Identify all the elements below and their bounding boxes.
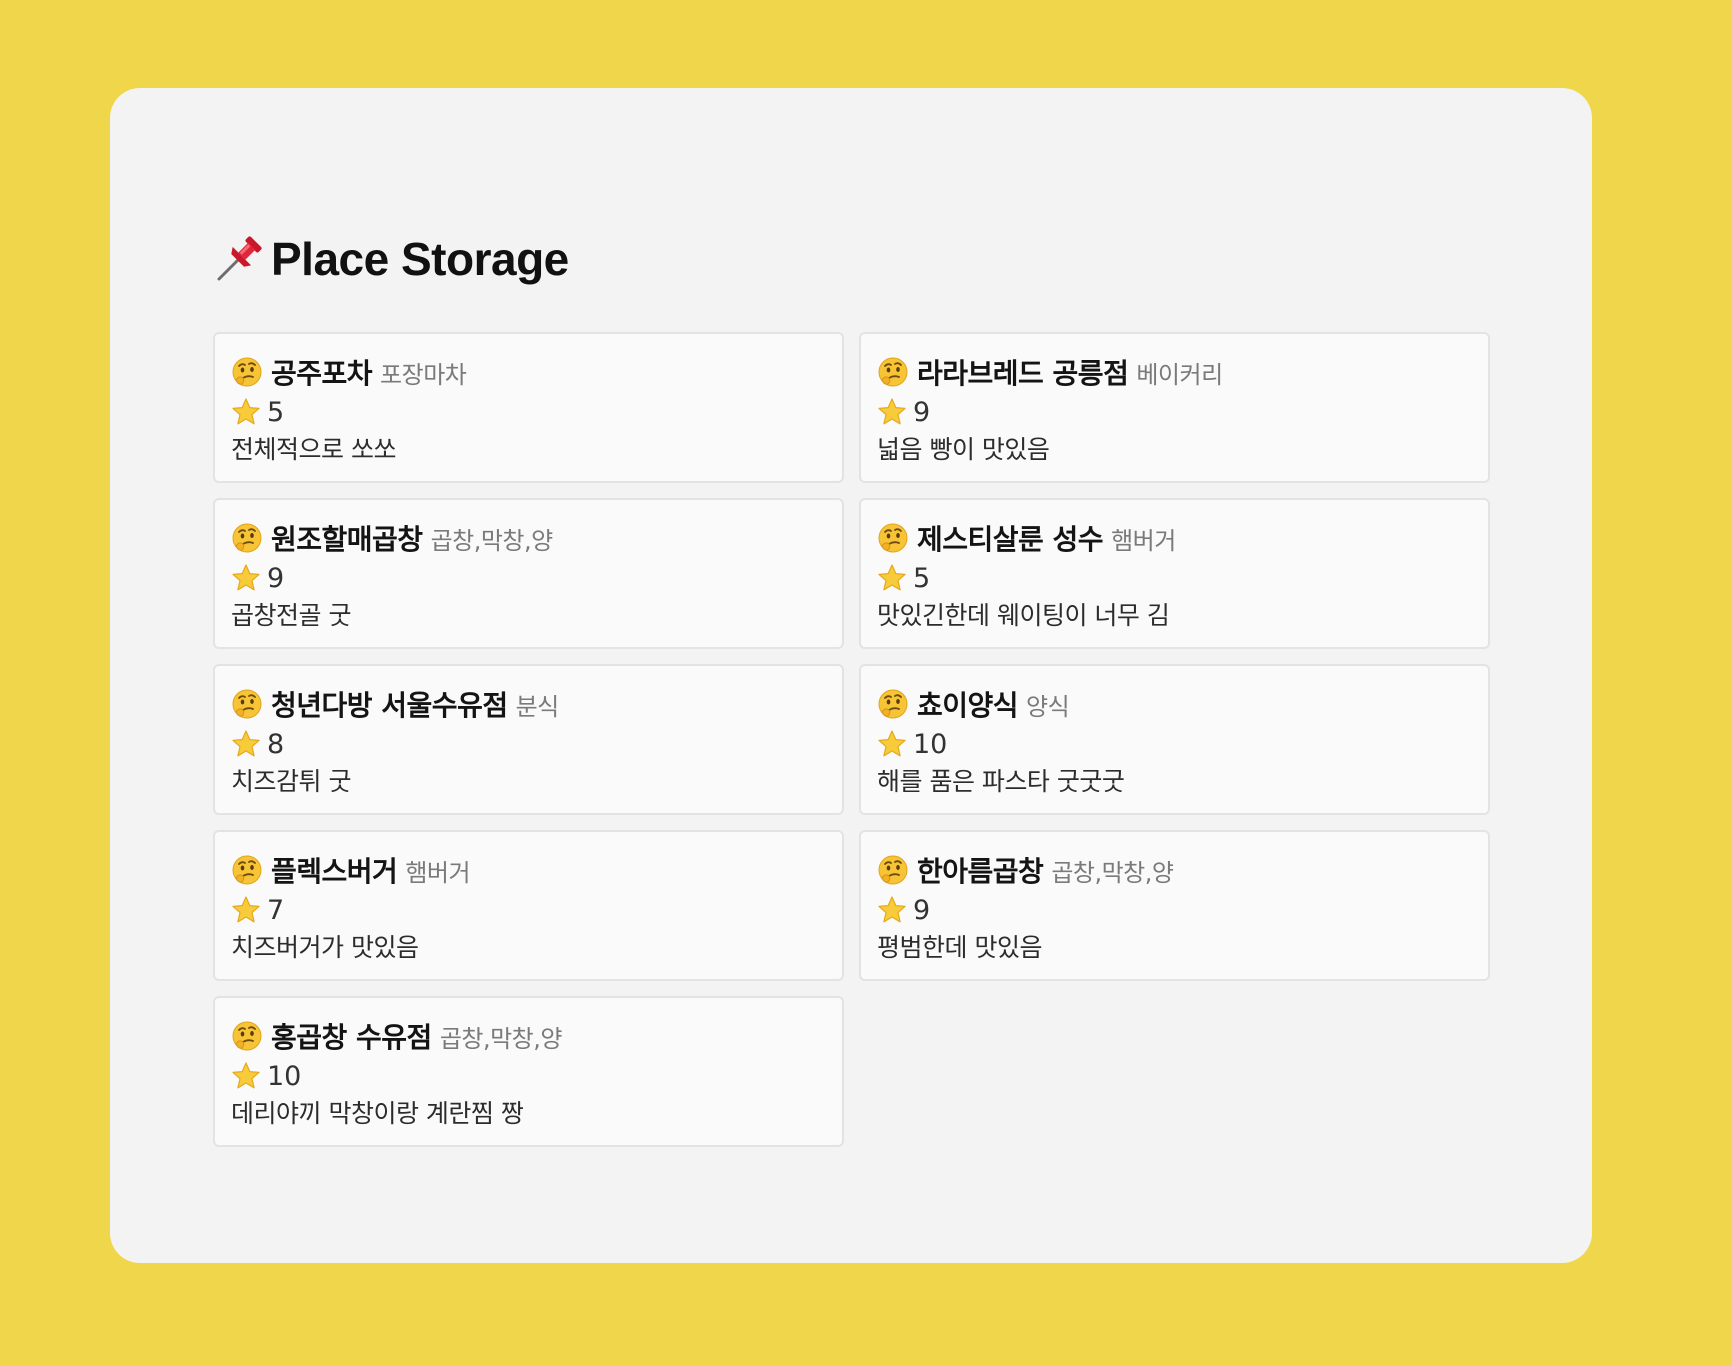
star-icon [231, 729, 261, 759]
pushpin-icon [213, 233, 265, 285]
place-card-header: 홍곱창 수유점 곱창,막창,양 [231, 1016, 826, 1056]
place-rating: 5 [877, 558, 1472, 598]
place-category: 곱창,막창,양 [1051, 859, 1174, 887]
place-name: 제스티살룬 성수 [917, 523, 1104, 556]
star-icon [877, 397, 907, 427]
place-category: 햄버거 [405, 859, 471, 887]
place-comment: 해를 품은 파스타 굿굿굿 [877, 767, 1125, 796]
place-rating: 9 [877, 392, 1472, 432]
place-card-header: 공주포차 포장마차 [231, 352, 826, 392]
place-card[interactable]: 공주포차 포장마차 5 전체적으로 쏘쏘 [213, 332, 844, 483]
place-comment: 치즈버거가 맛있음 [231, 933, 419, 962]
place-comment: 평범한데 맛있음 [877, 933, 1042, 962]
thinking-face-icon [877, 688, 909, 720]
place-category: 분식 [515, 693, 560, 721]
place-card[interactable]: 홍곱창 수유점 곱창,막창,양 10 데리야끼 막창이랑 계란찜 짱 [213, 996, 844, 1147]
place-rating: 5 [231, 392, 826, 432]
rating-value: 9 [267, 562, 285, 594]
star-icon [877, 729, 907, 759]
place-name: 원조할매곱창 [271, 523, 423, 556]
place-card[interactable]: 청년다방 서울수유점 분식 8 치즈감튀 굿 [213, 664, 844, 815]
place-card-header: 플렉스버거 햄버거 [231, 850, 826, 890]
place-card-header: 원조할매곱창 곱창,막창,양 [231, 518, 826, 558]
rating-value: 9 [913, 396, 931, 428]
place-name: 쵸이양식 [917, 689, 1019, 722]
place-rating: 9 [877, 890, 1472, 930]
place-card[interactable]: 플렉스버거 햄버거 7 치즈버거가 맛있음 [213, 830, 844, 981]
place-card[interactable]: 한아름곱창 곱창,막창,양 9 평범한데 맛있음 [859, 830, 1490, 981]
thinking-face-icon [877, 522, 909, 554]
place-rating: 10 [877, 724, 1472, 764]
place-comment: 맛있긴한데 웨이팅이 너무 김 [877, 601, 1170, 630]
rating-value: 8 [267, 728, 285, 760]
place-rating: 10 [231, 1056, 826, 1096]
place-comment: 데리야끼 막창이랑 계란찜 짱 [231, 1099, 524, 1128]
place-comment: 전체적으로 쏘쏘 [231, 435, 396, 464]
place-category: 곱창,막창,양 [439, 1025, 563, 1053]
thinking-face-icon [231, 356, 263, 388]
place-card[interactable]: 쵸이양식 양식 10 해를 품은 파스타 굿굿굿 [859, 664, 1490, 815]
place-rating: 7 [231, 890, 826, 930]
place-card-header: 제스티살룬 성수 햄버거 [877, 518, 1472, 558]
place-category: 포장마차 [380, 361, 467, 389]
place-name: 플렉스버거 [271, 855, 398, 888]
place-comment: 치즈감튀 굿 [231, 767, 351, 796]
thinking-face-icon [231, 854, 263, 886]
place-category: 곱창,막창,양 [430, 527, 554, 555]
place-name: 홍곱창 수유점 [271, 1021, 432, 1054]
rating-value: 5 [267, 396, 285, 428]
place-card-header: 쵸이양식 양식 [877, 684, 1472, 724]
place-category: 양식 [1026, 693, 1070, 721]
place-comment: 넓음 빵이 맛있음 [877, 435, 1050, 464]
star-icon [231, 397, 261, 427]
place-rating: 8 [231, 724, 826, 764]
thinking-face-icon [231, 522, 263, 554]
rating-value: 5 [913, 562, 931, 594]
place-name: 한아름곱창 [917, 855, 1044, 888]
place-card-header: 청년다방 서울수유점 분식 [231, 684, 826, 724]
place-card-header: 한아름곱창 곱창,막창,양 [877, 850, 1472, 890]
place-rating: 9 [231, 558, 826, 598]
place-card[interactable]: 라라브레드 공릉점 베이커리 9 넓음 빵이 맛있음 [859, 332, 1490, 483]
star-icon [231, 1061, 261, 1091]
star-icon [877, 895, 907, 925]
rating-value: 7 [267, 894, 285, 926]
page-title: Place Storage [271, 233, 569, 285]
thinking-face-icon [231, 688, 263, 720]
rating-value: 10 [267, 1060, 302, 1092]
place-comment: 곱창전골 굿 [231, 601, 351, 630]
rating-value: 9 [913, 894, 931, 926]
place-card[interactable]: 원조할매곱창 곱창,막창,양 9 곱창전골 굿 [213, 498, 844, 649]
place-name: 라라브레드 공릉점 [917, 357, 1129, 390]
thinking-face-icon [231, 1020, 263, 1052]
place-card-header: 라라브레드 공릉점 베이커리 [877, 352, 1472, 392]
place-grid: 공주포차 포장마차 5 전체적으로 쏘쏘 라라브레드 공릉점 베이커리 9 넓음 빵이 … [213, 332, 1490, 1147]
star-icon [231, 563, 261, 593]
place-name: 청년다방 서울수유점 [271, 689, 508, 722]
rating-value: 10 [913, 728, 948, 760]
place-card[interactable]: 제스티살룬 성수 햄버거 5 맛있긴한데 웨이팅이 너무 김 [859, 498, 1490, 649]
thinking-face-icon [877, 854, 909, 886]
star-icon [877, 563, 907, 593]
place-name: 공주포차 [271, 357, 373, 390]
star-icon [231, 895, 261, 925]
page-header: Place Storage [213, 228, 569, 290]
place-category: 햄버거 [1111, 527, 1176, 555]
thinking-face-icon [877, 356, 909, 388]
main-panel: Place Storage 공주포차 포장마차 5 전체적으로 쏘쏘 라라브레드 공… [110, 88, 1592, 1263]
place-category: 베이커리 [1136, 361, 1223, 389]
